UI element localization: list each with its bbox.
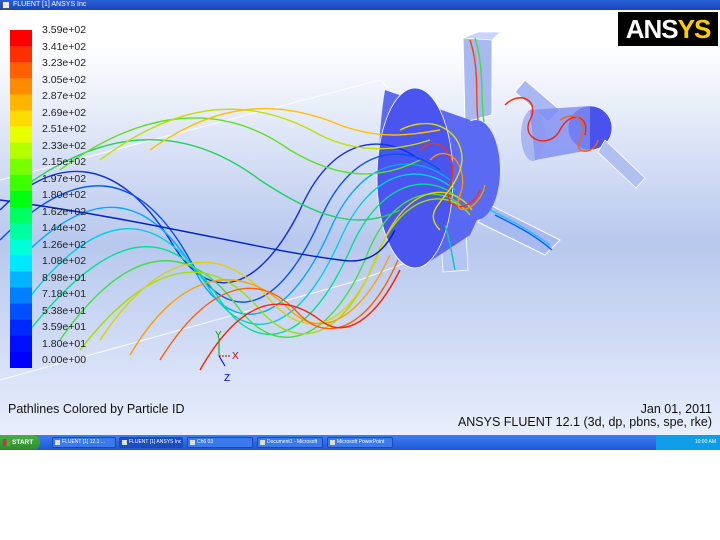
color-scale-swatch [10, 255, 32, 272]
color-scale-bar [10, 30, 32, 368]
system-tray-clock: 10:00 AM [656, 435, 720, 450]
color-scale-swatch [10, 207, 32, 224]
color-scale-label: 3.23e+02 [42, 57, 87, 69]
color-scale-swatch [10, 62, 32, 79]
coordinate-axes-triad: Y X Z [215, 330, 239, 384]
color-scale-swatch [10, 174, 32, 192]
graphics-viewport[interactable]: ANS YS 3.59e+02 3.41e+02 3.23e+02 3.05e+02 2.… [0, 10, 720, 435]
taskbar-item[interactable]: FLUENT [1] 12.1 ... [52, 437, 116, 448]
plot-caption: Pathlines Colored by Particle ID [8, 402, 185, 416]
plot-date: Jan 01, 2011 [640, 402, 712, 416]
geometry [376, 31, 646, 273]
color-scale-label: 1.26e+02 [42, 238, 87, 251]
color-scale-label: 2.33e+02 [42, 139, 87, 152]
color-scale-swatch [10, 319, 32, 337]
color-scale-swatch [10, 287, 32, 305]
window-icon [122, 440, 127, 445]
window-titlebar: FLUENT [1] ANSYS Inc [0, 0, 720, 10]
color-scale-swatch [10, 78, 32, 95]
axis-z-label: Z [224, 373, 230, 384]
solver-version: ANSYS FLUENT 12.1 (3d, dp, pbns, spe, rk… [457, 415, 712, 429]
color-scale-label: 1.97e+02 [42, 172, 87, 185]
color-scale-swatch [10, 190, 32, 208]
color-scale-label: 2.51e+02 [42, 123, 87, 135]
pathlines [0, 37, 599, 371]
folder-icon [190, 440, 195, 445]
color-scale-swatch [10, 351, 32, 368]
ansys-logo: ANS YS [618, 12, 718, 46]
color-scale-label: 5.38e+01 [42, 304, 87, 317]
start-button[interactable]: START [0, 435, 40, 450]
color-scale-label: 3.59e+01 [42, 321, 87, 333]
color-scale-swatch [10, 110, 32, 128]
color-scale-label: 1.62e+02 [42, 205, 87, 218]
color-scale-swatch [10, 271, 32, 289]
word-icon [260, 440, 265, 445]
windows-taskbar: START FLUENT [1] 12.1 ... FLUENT [1] ANS… [0, 435, 720, 450]
color-scale-swatch [10, 30, 32, 47]
taskbar-item[interactable]: FLUENT [1] ANSYS Inc [119, 437, 183, 448]
color-scale-swatch [10, 335, 32, 353]
color-scale-swatch [10, 126, 32, 144]
color-scale-label: 3.59e+02 [42, 24, 87, 36]
color-scale-swatch [10, 142, 32, 160]
windows-flag-icon [3, 439, 10, 446]
color-scale-label: 1.08e+02 [42, 255, 87, 267]
color-scale-swatch [10, 46, 32, 63]
powerpoint-icon [330, 440, 335, 445]
color-scale-swatch [10, 158, 32, 176]
color-scale-label: 1.80e+01 [42, 337, 87, 350]
axis-y-label: Y [215, 330, 222, 341]
app-icon [2, 1, 10, 9]
color-scale-label: 2.87e+02 [42, 90, 87, 102]
color-scale-label: 2.69e+02 [42, 106, 87, 119]
color-scale-swatch [10, 223, 32, 240]
window-title: FLUENT [1] ANSYS Inc [13, 1, 87, 8]
taskbar-item[interactable]: Ch6 03 [187, 437, 253, 448]
color-scale-swatch [10, 303, 32, 321]
color-scale-label: 7.18e+01 [42, 288, 87, 300]
window-icon [55, 440, 60, 445]
color-scale-label: 3.05e+02 [42, 73, 87, 86]
color-scale-swatch [10, 94, 32, 111]
color-scale-label: 2.15e+02 [42, 156, 87, 168]
axis-x-label: X [232, 351, 239, 362]
color-scale-label: 3.41e+02 [42, 40, 87, 53]
color-scale-swatch [10, 239, 32, 256]
taskbar-item[interactable]: Microsoft PowerPoint [327, 437, 393, 448]
color-scale-label: 1.44e+02 [42, 222, 87, 234]
pathline-scene [0, 31, 646, 381]
taskbar-item[interactable]: Document1 - Microsoft [257, 437, 323, 448]
color-scale-label: 8.98e+01 [42, 271, 87, 284]
color-scale-label: 0.00e+00 [42, 354, 87, 366]
color-scale-label: 1.80e+02 [42, 189, 87, 201]
